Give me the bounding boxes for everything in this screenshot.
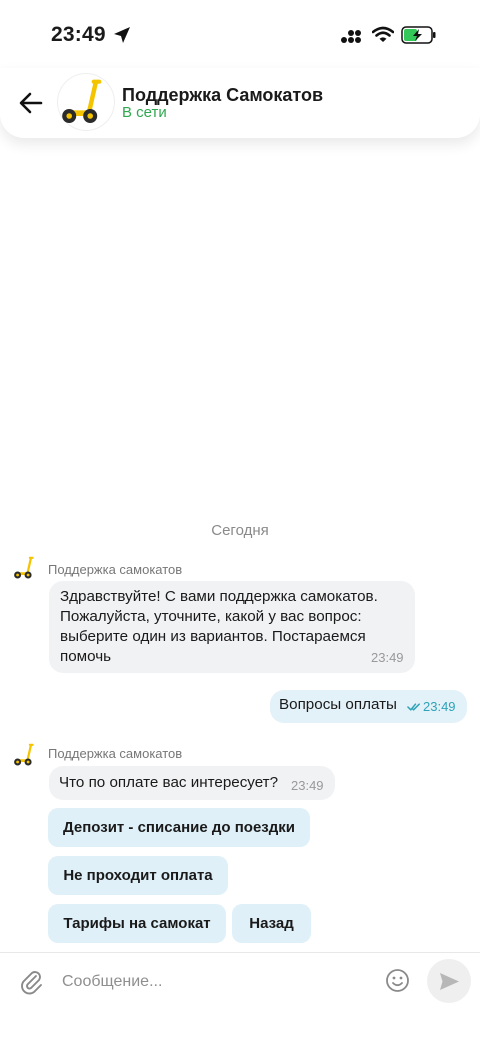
location-arrow-icon (114, 27, 130, 43)
status-bar: 23:49 (0, 0, 480, 70)
message-time: 23:49 (423, 699, 456, 714)
avatar[interactable] (58, 74, 114, 130)
back-arrow-icon[interactable] (18, 90, 44, 116)
message-input[interactable] (60, 967, 374, 997)
status-time: 23:49 (51, 23, 106, 46)
battery-charging-icon (401, 26, 436, 44)
page-title: Поддержка Самокатов (122, 85, 324, 105)
chat-header: Поддержка Самокатов В сети (0, 68, 480, 138)
message-time: 23:49 (291, 778, 324, 793)
date-separator: Сегодня (211, 522, 269, 539)
message-line: выберите один из вариантов. Постараемся (60, 628, 366, 645)
attach-clip-icon[interactable] (18, 967, 44, 995)
message-composer (0, 952, 480, 1009)
message-time: 23:49 (371, 650, 404, 665)
message-line: помочь (60, 648, 112, 665)
wifi-icon (372, 26, 394, 42)
sender-avatar (12, 554, 40, 582)
double-check-icon (407, 703, 420, 711)
send-button[interactable] (427, 959, 471, 1003)
message-text: Вопросы оплаты (279, 696, 397, 713)
message-text: Что по оплате вас интересует? (59, 774, 279, 791)
online-status: В сети (122, 104, 167, 121)
quick-reply-back[interactable]: Назад (232, 904, 311, 943)
send-icon (440, 973, 459, 990)
scooter-icon (12, 741, 40, 769)
quick-reply-deposit[interactable]: Депозит - списание до поездки (48, 808, 310, 847)
sender-name: Поддержка самокатов (48, 746, 183, 761)
sender-name: Поддержка самокатов (48, 562, 183, 577)
signal-icon (341, 30, 361, 43)
sender-avatar (12, 741, 40, 769)
quick-reply-tariffs[interactable]: Тарифы на самокат (48, 904, 226, 943)
scooter-icon (12, 554, 40, 582)
incoming-message: Что по оплате вас интересует? 23:49 (49, 766, 335, 800)
incoming-message: Здравствуйте! С вами поддержка самокатов… (49, 581, 415, 673)
quick-reply-payment-failed[interactable]: Не проходит оплата (48, 856, 228, 895)
message-line: Здравствуйте! С вами поддержка самокатов… (60, 588, 378, 605)
message-line: Пожалуйста, уточните, какой у вас вопрос… (60, 608, 362, 625)
scooter-icon (58, 74, 114, 130)
outgoing-message: Вопросы оплаты 23:49 (270, 690, 467, 723)
emoji-icon[interactable] (385, 968, 410, 993)
